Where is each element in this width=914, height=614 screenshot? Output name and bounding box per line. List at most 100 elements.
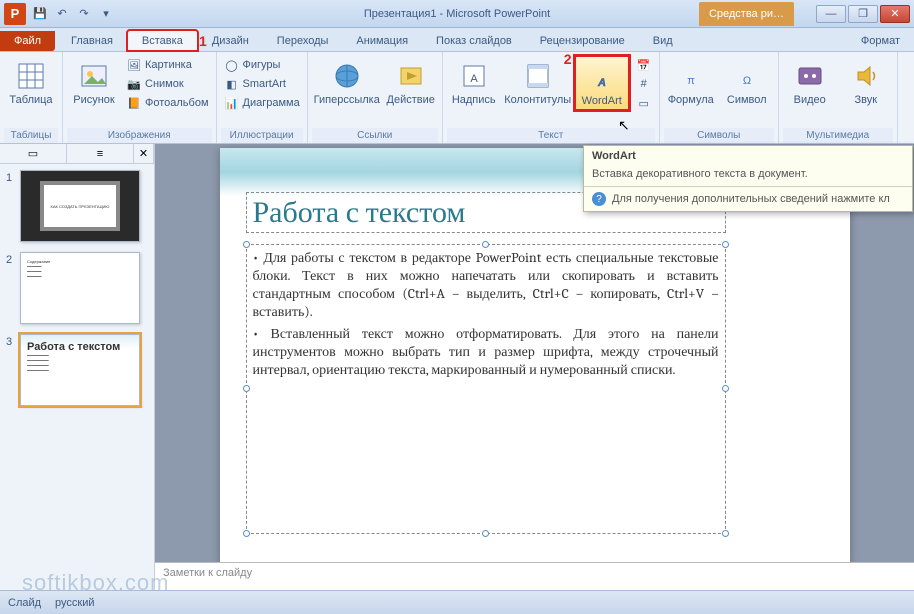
group-images-label: Изображения xyxy=(67,128,212,143)
selection-handle[interactable] xyxy=(482,241,489,248)
group-illustrations: ◯Фигуры ◧SmartArt 📊Диаграмма Иллюстрации xyxy=(217,52,308,143)
selection-handle[interactable] xyxy=(722,241,729,248)
watermark: softikbox.com xyxy=(22,570,170,596)
window-title: Презентация1 - Microsoft PowerPoint xyxy=(364,8,550,20)
date-time-button[interactable]: 📅 xyxy=(633,56,655,74)
qat-save-icon[interactable]: 💾 xyxy=(30,4,50,24)
screenshot-icon: 📷 xyxy=(126,76,142,92)
audio-button[interactable]: Звук xyxy=(839,56,893,108)
title-bar: P 💾 ↶ ↷ ▾ Презентация1 - Microsoft Power… xyxy=(0,0,914,28)
action-button[interactable]: Действие xyxy=(384,56,438,108)
svg-text:A: A xyxy=(597,77,606,89)
action-icon xyxy=(395,60,427,92)
table-button[interactable]: Таблица xyxy=(4,56,58,108)
textbox-icon: A xyxy=(458,60,490,92)
notes-pane[interactable]: Заметки к слайду xyxy=(155,562,914,590)
tab-slideshow[interactable]: Показ слайдов xyxy=(422,31,526,51)
slide-body-placeholder[interactable]: Для работы с текстом в редакторе PowerPo… xyxy=(246,244,726,534)
date-icon: 📅 xyxy=(636,57,652,73)
wordart-tooltip: WordArt Вставка декоративного текста в д… xyxy=(583,145,913,212)
close-button[interactable]: ✕ xyxy=(880,5,910,23)
tab-animations[interactable]: Анимация xyxy=(342,31,422,51)
table-label: Таблица xyxy=(9,94,52,106)
video-button[interactable]: Видео xyxy=(783,56,837,108)
textbox-button[interactable]: A Надпись xyxy=(447,56,501,108)
hyperlink-button[interactable]: Гиперссылка xyxy=(312,56,382,108)
thumb-row[interactable]: 2 Содержание━━━━━━━━━━━━━━━━━━ xyxy=(6,252,148,324)
qat-undo-icon[interactable]: ↶ xyxy=(52,4,72,24)
symbol-label: Символ xyxy=(727,94,767,106)
tab-format[interactable]: Формат xyxy=(847,31,914,51)
selection-handle[interactable] xyxy=(243,241,250,248)
smartart-button[interactable]: ◧SmartArt xyxy=(221,75,303,93)
picture-button[interactable]: Рисунок xyxy=(67,56,121,108)
audio-label: Звук xyxy=(854,94,877,106)
thumb-row[interactable]: 1 КАК СОЗДАТЬ ПРЕЗЕНТАЦИЮ xyxy=(6,170,148,242)
object-button[interactable]: ▭ xyxy=(633,94,655,112)
close-panel-button[interactable]: ✕ xyxy=(134,144,154,163)
number-icon: # xyxy=(636,76,652,92)
picture-label: Рисунок xyxy=(73,94,115,106)
thumbnails-tabs: ▭ ≡ ✕ xyxy=(0,144,154,164)
tab-transitions[interactable]: Переходы xyxy=(263,31,343,51)
equation-button[interactable]: π Формула xyxy=(664,56,718,108)
clipart-button[interactable]: 🖼Картинка xyxy=(123,56,212,74)
svg-text:π: π xyxy=(687,75,695,87)
selection-handle[interactable] xyxy=(722,385,729,392)
selection-handle[interactable] xyxy=(243,530,250,537)
tab-view[interactable]: Вид xyxy=(639,31,687,51)
app-icon[interactable]: P xyxy=(4,3,26,25)
action-label: Действие xyxy=(387,94,435,106)
annotation-number-2: 2 xyxy=(564,51,572,67)
album-label: Фотоальбом xyxy=(145,97,209,109)
contextual-tab-drawing-tools[interactable]: Средства ри… xyxy=(699,2,794,26)
tab-review[interactable]: Рецензирование xyxy=(526,31,639,51)
svg-text:A: A xyxy=(470,73,478,85)
header-footer-icon xyxy=(522,60,554,92)
screenshot-label: Снимок xyxy=(145,78,184,90)
header-footer-button[interactable]: Колонтитулы xyxy=(503,56,573,108)
clipart-icon: 🖼 xyxy=(126,57,142,73)
tab-home[interactable]: Главная xyxy=(57,31,127,51)
wordart-button[interactable]: 2 A WordArt xyxy=(575,56,629,110)
selection-handle[interactable] xyxy=(482,530,489,537)
slide-thumbnail-3[interactable]: Работа с текстом━━━━━━━━━━━━━━━━━━━━━━━━… xyxy=(20,334,140,406)
thumb-row[interactable]: 3 Работа с текстом━━━━━━━━━━━━━━━━━━━━━━… xyxy=(6,334,148,406)
qat-customize-icon[interactable]: ▾ xyxy=(96,4,116,24)
clipart-label: Картинка xyxy=(145,59,192,71)
ribbon-tabs: Файл Главная Вставка 1 Дизайн Переходы А… xyxy=(0,28,914,52)
maximize-button[interactable]: ❐ xyxy=(848,5,878,23)
chart-button[interactable]: 📊Диаграмма xyxy=(221,94,303,112)
minimize-button[interactable]: — xyxy=(816,5,846,23)
shapes-button[interactable]: ◯Фигуры xyxy=(221,56,303,74)
selection-handle[interactable] xyxy=(243,385,250,392)
qat-redo-icon[interactable]: ↷ xyxy=(74,4,94,24)
group-media: Видео Звук Мультимедиа xyxy=(779,52,898,143)
cursor-icon: ↖ xyxy=(618,117,630,134)
slides-tab[interactable]: ▭ xyxy=(0,144,67,163)
slide-bullet-2: Вставленный текст можно отформатировать.… xyxy=(253,325,719,379)
tab-design[interactable]: Дизайн xyxy=(198,31,263,51)
shapes-icon: ◯ xyxy=(224,57,240,73)
photo-album-button[interactable]: 📙Фотоальбом xyxy=(123,94,212,112)
slide-number-button[interactable]: # xyxy=(633,75,655,93)
thumb-number: 3 xyxy=(6,334,20,406)
screenshot-button[interactable]: 📷Снимок xyxy=(123,75,212,93)
outline-tab[interactable]: ≡ xyxy=(67,144,134,163)
group-illustrations-label: Иллюстрации xyxy=(221,128,303,143)
ribbon: Таблица Таблицы Рисунок 🖼Картинка 📷Снимо… xyxy=(0,52,914,144)
chart-icon: 📊 xyxy=(224,95,240,111)
slide-thumbnail-2[interactable]: Содержание━━━━━━━━━━━━━━━━━━ xyxy=(20,252,140,324)
symbol-button[interactable]: Ω Символ xyxy=(720,56,774,108)
status-language[interactable]: русский xyxy=(55,597,94,609)
help-icon: ? xyxy=(592,192,606,206)
tooltip-body: Вставка декоративного текста в документ. xyxy=(584,166,912,186)
slide-thumbnail-1[interactable]: КАК СОЗДАТЬ ПРЕЗЕНТАЦИЮ xyxy=(20,170,140,242)
tooltip-footer-text: Для получения дополнительных сведений на… xyxy=(612,193,890,205)
tab-file[interactable]: Файл xyxy=(0,31,55,51)
table-icon xyxy=(15,60,47,92)
tab-insert[interactable]: Вставка 1 xyxy=(127,30,198,51)
selection-handle[interactable] xyxy=(722,530,729,537)
group-links-label: Ссылки xyxy=(312,128,438,143)
thumb-1-content: КАК СОЗДАТЬ ПРЕЗЕНТАЦИЮ xyxy=(40,181,120,231)
